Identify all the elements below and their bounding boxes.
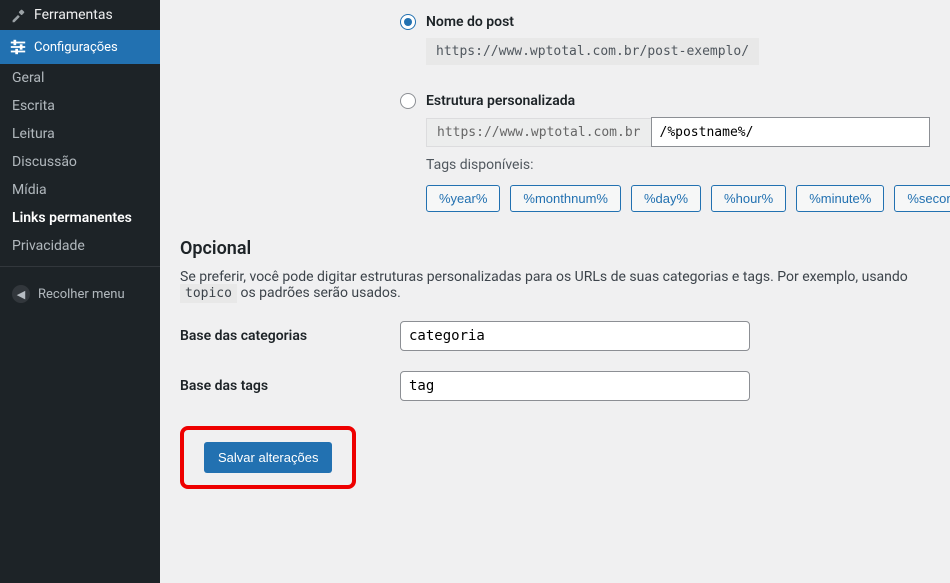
category-base-row: Base das categorias [180, 321, 930, 351]
optional-desc-code: topico [180, 284, 237, 303]
permalink-option-postname: Nome do post https://www.wptotal.com.br/… [400, 14, 930, 81]
tag-hour-button[interactable]: %hour% [711, 185, 786, 212]
optional-desc-before: Se preferir, você pode digitar estrutura… [180, 269, 908, 285]
tag-base-row: Base das tags [180, 371, 930, 401]
collapse-icon: ◀ [12, 285, 30, 303]
sidebar-sub-writing[interactable]: Escrita [0, 92, 160, 120]
radio-input-postname[interactable] [400, 14, 416, 30]
available-tags-label: Tags disponíveis: [426, 157, 930, 173]
sidebar-tools-label: Ferramentas [34, 7, 113, 23]
collapse-label: Recolher menu [38, 287, 125, 302]
radio-label-custom: Estrutura personalizada [426, 93, 575, 109]
sidebar-sub-privacy[interactable]: Privacidade [0, 232, 160, 260]
sliders-icon [8, 38, 28, 56]
optional-desc-after: os padrões serão usados. [240, 285, 400, 301]
optional-heading: Opcional [180, 238, 930, 259]
tag-monthnum-button[interactable]: %monthnum% [510, 185, 621, 212]
save-button[interactable]: Salvar alterações [204, 442, 332, 473]
radio-label-postname: Nome do post [426, 14, 514, 30]
available-tags-row: %year% %monthnum% %day% %hour% %minute% … [426, 185, 930, 212]
sidebar-settings-label: Configurações [34, 40, 118, 55]
radio-input-custom[interactable] [400, 93, 416, 109]
tag-day-button[interactable]: %day% [631, 185, 701, 212]
collapse-menu[interactable]: ◀ Recolher menu [0, 277, 160, 311]
sidebar-sub-media[interactable]: Mídia [0, 176, 160, 204]
optional-description: Se preferir, você pode digitar estrutura… [180, 269, 930, 301]
category-base-label: Base das categorias [180, 328, 400, 344]
sidebar-sub-reading[interactable]: Leitura [0, 120, 160, 148]
tag-minute-button[interactable]: %minute% [796, 185, 884, 212]
sidebar-sub-permalinks[interactable]: Links permanentes [0, 204, 160, 232]
wrench-icon [8, 6, 28, 24]
tag-year-button[interactable]: %year% [426, 185, 500, 212]
sidebar-sub-general[interactable]: Geral [0, 64, 160, 92]
sidebar-item-settings[interactable]: Configurações [0, 30, 160, 64]
sidebar-item-tools[interactable]: Ferramentas [0, 0, 160, 30]
custom-structure-input[interactable] [651, 117, 931, 147]
permalink-option-custom: Estrutura personalizada https://www.wpto… [400, 93, 930, 212]
radio-custom[interactable]: Estrutura personalizada [400, 93, 930, 109]
tag-base-input[interactable] [400, 371, 750, 401]
tag-base-label: Base das tags [180, 378, 400, 394]
category-base-input[interactable] [400, 321, 750, 351]
save-highlight-box: Salvar alterações [180, 426, 356, 489]
sidebar-sub-discussion[interactable]: Discussão [0, 148, 160, 176]
sidebar-separator [0, 266, 160, 271]
tag-second-button[interactable]: %second% [894, 185, 950, 212]
custom-url-prefix: https://www.wptotal.com.br [426, 118, 651, 147]
radio-postname[interactable]: Nome do post [400, 14, 930, 30]
postname-url-example: https://www.wptotal.com.br/post-exemplo/ [426, 38, 759, 65]
admin-sidebar: Ferramentas Configurações Geral Escrita … [0, 0, 160, 583]
main-content: Nome do post https://www.wptotal.com.br/… [160, 0, 950, 583]
custom-structure-row: https://www.wptotal.com.br [426, 117, 930, 147]
